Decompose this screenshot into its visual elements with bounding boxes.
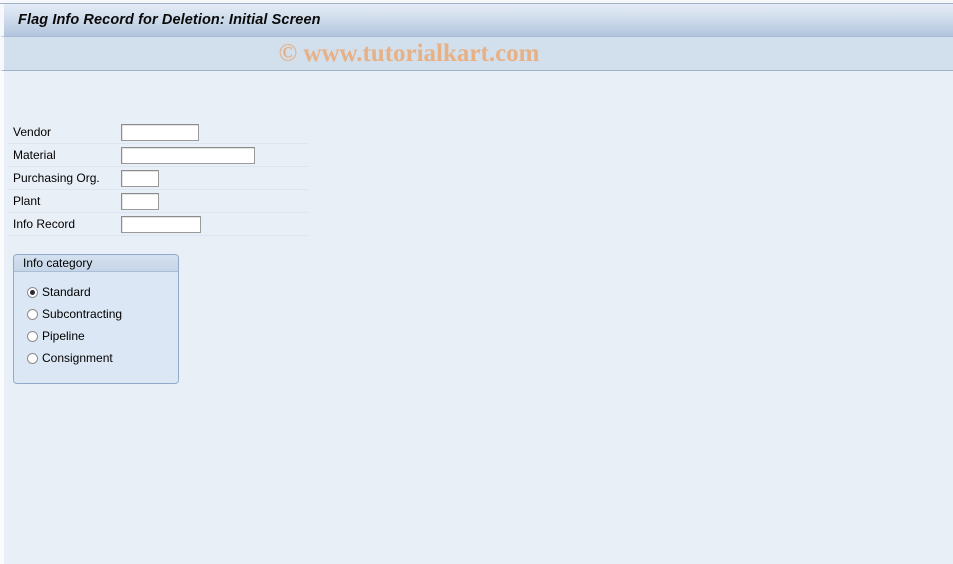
toolbar-band xyxy=(0,37,953,71)
title-bar: Flag Info Record for Deletion: Initial S… xyxy=(0,4,953,37)
info-category-title: Info category xyxy=(23,256,93,270)
radio-option-subcontracting[interactable]: Subcontracting xyxy=(14,303,178,325)
field-row-plant: Plant xyxy=(8,190,308,213)
radio-unselected-icon xyxy=(27,352,38,364)
input-plant[interactable] xyxy=(121,192,159,210)
radio-label-pipeline: Pipeline xyxy=(42,329,85,343)
input-vendor[interactable] xyxy=(121,123,199,141)
input-material[interactable] xyxy=(121,146,255,164)
radio-unselected-icon xyxy=(27,308,38,320)
radio-option-consignment[interactable]: Consignment xyxy=(14,347,178,369)
label-vendor: Vendor xyxy=(13,125,52,139)
content-area: Vendor Material Purchasing Org. Plant In… xyxy=(0,71,953,564)
selection-field-grid: Vendor Material Purchasing Org. Plant In… xyxy=(8,121,308,236)
label-info-record: Info Record xyxy=(13,217,76,231)
page-title: Flag Info Record for Deletion: Initial S… xyxy=(18,12,321,28)
field-row-vendor: Vendor xyxy=(8,121,308,144)
info-category-body: Standard Subcontracting Pipeline Consign… xyxy=(14,272,178,383)
radio-unselected-icon xyxy=(27,330,38,342)
sap-window: Flag Info Record for Deletion: Initial S… xyxy=(0,0,953,564)
radio-label-consignment: Consignment xyxy=(42,351,113,365)
radio-label-standard: Standard xyxy=(42,285,91,299)
field-row-purchasing-org: Purchasing Org. xyxy=(8,167,308,190)
label-purchasing-org: Purchasing Org. xyxy=(13,171,100,185)
radio-selected-icon xyxy=(27,286,38,298)
input-info-record[interactable] xyxy=(121,215,201,233)
radio-option-standard[interactable]: Standard xyxy=(14,281,178,303)
input-purchasing-org[interactable] xyxy=(121,169,159,187)
info-category-group: Info category Standard Subcontracting Pi… xyxy=(13,254,179,384)
label-material: Material xyxy=(13,148,56,162)
radio-label-subcontracting: Subcontracting xyxy=(42,307,123,321)
field-row-info-record: Info Record xyxy=(8,213,308,236)
info-category-header: Info category xyxy=(14,255,178,272)
label-plant: Plant xyxy=(13,194,41,208)
radio-option-pipeline[interactable]: Pipeline xyxy=(14,325,178,347)
field-row-material: Material xyxy=(8,144,308,167)
